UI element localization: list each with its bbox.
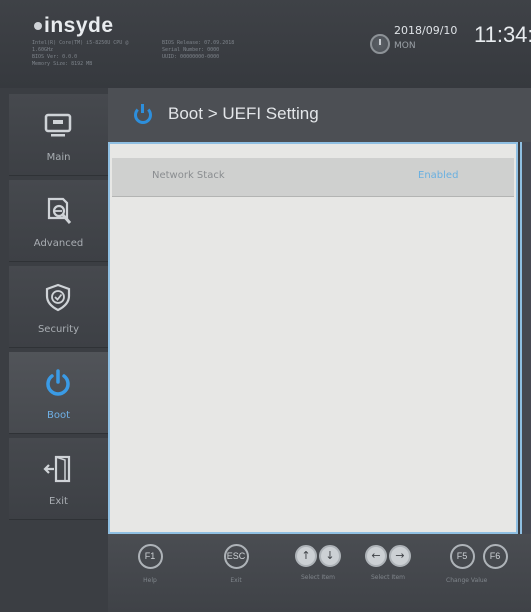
f1-key-icon: F1	[137, 544, 163, 569]
key-f6[interactable]: F6	[480, 544, 510, 569]
logo-dot	[34, 22, 42, 31]
system-info-left: Intel(R) Core(TM) i5-8250U CPU @ 1.60GHz…	[32, 40, 142, 68]
system-info-line: 1.60GHz	[32, 47, 54, 53]
exit-door-icon	[43, 455, 71, 483]
sidebar-item-security[interactable]: Security	[9, 266, 108, 348]
setting-row-network-stack[interactable]: Network Stack Enabled	[112, 158, 514, 197]
key-caption: Exit	[230, 577, 242, 584]
footer-keybar: F1 Help ESC Exit ↑ ↓ Select Item ← → Selec…	[108, 534, 531, 612]
key-caption: Select Item	[370, 574, 406, 581]
key-caption: Select Item	[300, 574, 336, 581]
arrow-down-icon: ↓	[319, 545, 341, 567]
setting-value[interactable]: Enabled	[418, 170, 458, 181]
insyde-logo: insyde	[34, 14, 114, 38]
system-info-line: BIOS Release: 07.09.2018	[162, 40, 235, 46]
system-info-line: Intel(R) Core(TM) i5-8250U CPU @	[32, 40, 129, 46]
key-f1[interactable]: F1 Help	[134, 544, 166, 584]
key-f5[interactable]: F5 Change Value	[446, 544, 488, 584]
key-caption: Help	[143, 577, 157, 584]
system-info-line: BIOS Ver: 0.0.0	[32, 54, 78, 60]
sidebar-item-boot[interactable]: Boot	[9, 352, 108, 434]
sidebar-item-main[interactable]: Main	[9, 94, 108, 176]
arrow-left-icon: ←	[365, 545, 387, 567]
power-icon	[134, 104, 152, 124]
arrow-right-icon: →	[389, 545, 411, 567]
monitor-icon	[44, 113, 72, 137]
sidebar-item-exit[interactable]: Exit	[9, 438, 108, 520]
logo-text: insyde	[44, 14, 114, 37]
f6-key-icon: F6	[482, 544, 508, 569]
page-title: Boot > UEFI Setting	[168, 104, 319, 123]
help-panel-edge	[520, 142, 531, 534]
header: insyde Intel(R) Core(TM) i5-8250U CPU @ …	[0, 0, 531, 89]
sidebar-item-label: Exit	[49, 496, 68, 507]
system-info-line: Memory Size: 8192 MB	[32, 61, 93, 67]
sidebar-item-label: Advanced	[33, 238, 84, 249]
title-bar: Boot > UEFI Setting	[108, 88, 531, 142]
sidebar-item-label: Security	[37, 324, 80, 335]
day: MON	[394, 41, 416, 51]
date: 2018/09/10	[394, 24, 458, 37]
key-left-right[interactable]: ← → Select Item	[364, 544, 412, 581]
sidebar-item-label: Boot	[46, 410, 71, 421]
clock-icon	[370, 34, 390, 54]
power-icon	[46, 369, 70, 396]
sidebar-item-advanced[interactable]: Advanced	[9, 180, 108, 262]
system-info-line: UUID: 00000000-0000	[162, 54, 220, 60]
f5-key-icon: F5	[449, 544, 475, 569]
advanced-settings-icon	[47, 197, 72, 224]
time: 11:34:	[474, 22, 531, 47]
key-up-down[interactable]: ↑ ↓ Select Item	[294, 544, 342, 581]
sidebar-item-label: Main	[46, 152, 71, 163]
key-caption: Change Value	[446, 577, 488, 584]
system-info-line: Serial Number: 0000	[162, 47, 220, 53]
system-info-right: BIOS Release: 07.09.2018 Serial Number: …	[162, 40, 272, 61]
arrow-up-icon: ↑	[295, 545, 317, 567]
esc-key-icon: ESC	[223, 544, 249, 569]
shield-icon	[45, 283, 71, 312]
settings-panel: Network Stack Enabled	[108, 142, 518, 534]
sidebar: Main Advanced Security Boot Exit	[0, 88, 108, 612]
setting-name: Network Stack	[152, 170, 225, 181]
key-esc[interactable]: ESC Exit	[220, 544, 252, 584]
